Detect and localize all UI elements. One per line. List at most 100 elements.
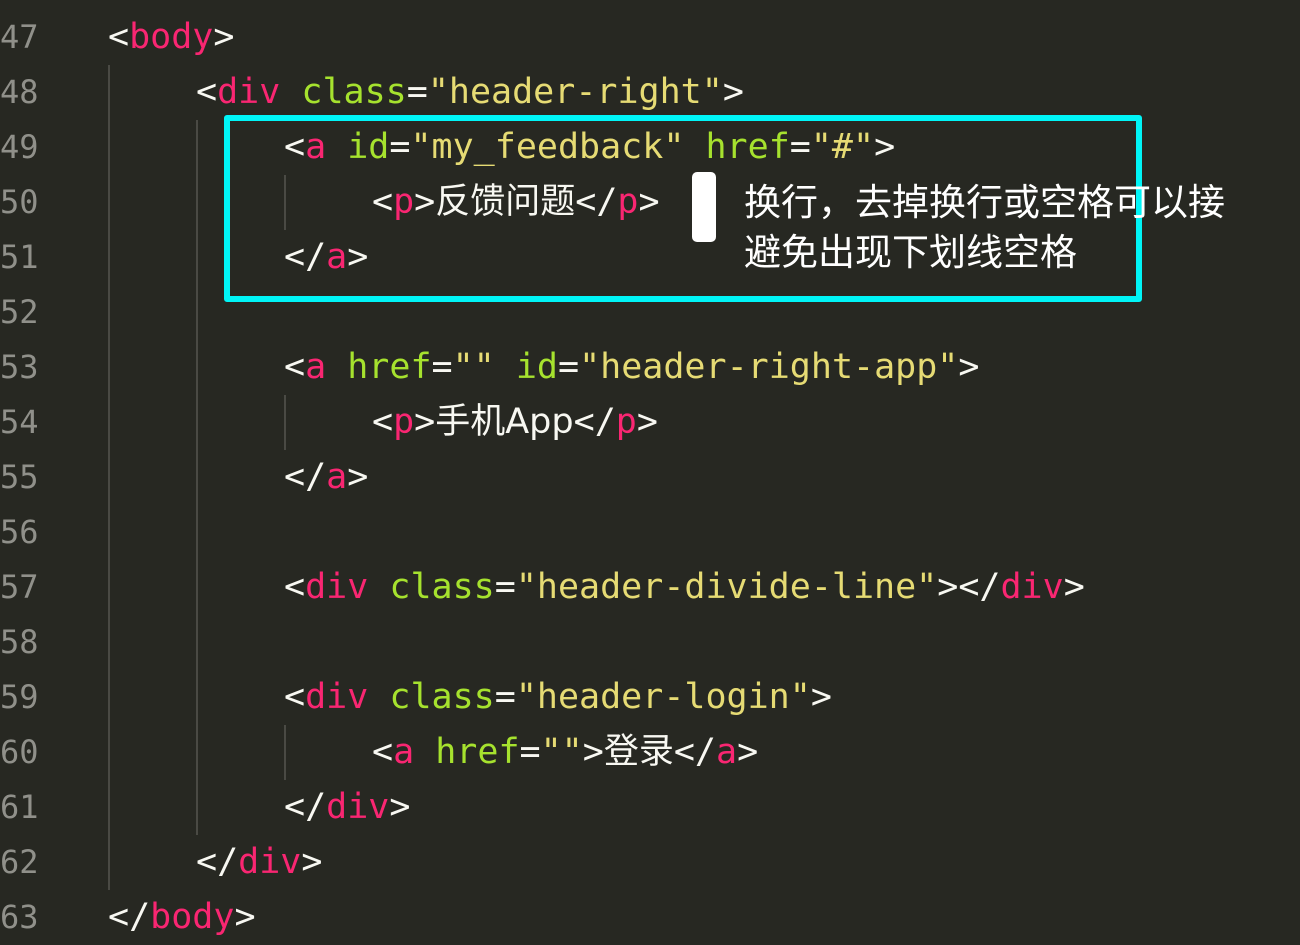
code-token: >: [347, 457, 369, 497]
code-text: <a href="" id="header-right-app">: [284, 340, 979, 395]
line-number: 55: [0, 458, 39, 496]
code-token: div: [1000, 567, 1064, 607]
code-text: <div class="header-divide-line"></div>: [284, 560, 1085, 615]
line-number: 52: [0, 293, 39, 331]
line-number: 50: [0, 183, 39, 221]
code-token: >: [582, 732, 604, 772]
line-number: 58: [0, 623, 39, 661]
code-text: </div>: [284, 780, 410, 835]
code-token: href: [435, 732, 520, 772]
code-token: id: [515, 347, 558, 387]
code-token: div: [305, 567, 369, 607]
code-token: href: [347, 347, 432, 387]
line-number: 47: [0, 18, 39, 56]
code-line[interactable]: 53 <a href="" id="header-right-app">: [0, 340, 1300, 395]
code-token: "header-login": [515, 677, 811, 717]
code-token: ></: [937, 567, 1001, 607]
code-token: class: [301, 72, 407, 112]
line-number: 57: [0, 568, 39, 606]
code-token: "": [452, 347, 495, 387]
code-token: "header-right-app": [579, 347, 959, 387]
line-number: 53: [0, 348, 39, 386]
code-token: <: [284, 677, 306, 717]
code-line[interactable]: 48 <div class="header-right">: [0, 65, 1300, 120]
code-token: >: [301, 842, 323, 882]
code-text: <p>手机App</p>: [372, 395, 658, 450]
code-token: body: [150, 897, 235, 937]
code-line[interactable]: 47 <body>: [0, 10, 1300, 65]
line-number: 63: [0, 898, 39, 936]
code-token: "header-divide-line": [515, 567, 938, 607]
code-token: =: [494, 677, 516, 717]
code-token: >: [810, 677, 832, 717]
code-line[interactable]: 61 </div>: [0, 780, 1300, 835]
code-token: >: [1063, 567, 1085, 607]
code-token: </: [108, 897, 151, 937]
code-token: div: [217, 72, 281, 112]
line-number: 60: [0, 733, 39, 771]
code-token: </: [284, 787, 327, 827]
code-token: =: [431, 347, 453, 387]
code-token: p: [393, 402, 415, 442]
code-token: 登录: [603, 732, 674, 772]
code-token: <: [284, 567, 306, 607]
code-line[interactable]: 60 <a href="">登录</a>: [0, 725, 1300, 780]
code-line[interactable]: 58: [0, 615, 1300, 670]
code-token: 手机App: [435, 402, 574, 442]
code-line[interactable]: 59 <div class="header-login">: [0, 670, 1300, 725]
line-number: 51: [0, 238, 39, 276]
code-token: <: [372, 402, 394, 442]
line-number: 56: [0, 513, 39, 551]
code-token: >: [636, 402, 658, 442]
code-token: =: [558, 347, 580, 387]
annotation-note: 换行，去掉换行或空格可以接 避免出现下划线空格: [744, 178, 1284, 278]
code-token: <: [196, 72, 218, 112]
code-token: a: [716, 732, 738, 772]
code-token: div: [305, 677, 369, 717]
annotation-line-2: 避免出现下划线空格: [744, 231, 1077, 274]
code-token: "": [540, 732, 583, 772]
code-token: </: [673, 732, 717, 772]
code-line[interactable]: 57 <div class="header-divide-line"></div>: [0, 560, 1300, 615]
code-token: div: [238, 842, 302, 882]
code-token: a: [393, 732, 415, 772]
line-number: 49: [0, 128, 39, 166]
code-text: </a>: [284, 450, 368, 505]
code-token: p: [615, 402, 637, 442]
code-token: =: [406, 72, 428, 112]
code-text: </div>: [196, 835, 322, 890]
code-line[interactable]: 55 </a>: [0, 450, 1300, 505]
code-token: div: [326, 787, 390, 827]
code-token: >: [414, 402, 436, 442]
line-number: 48: [0, 73, 39, 111]
line-number: 61: [0, 788, 39, 826]
code-token: "header-right": [427, 72, 723, 112]
code-line[interactable]: 63 </body>: [0, 890, 1300, 945]
code-token: a: [326, 457, 348, 497]
annotation-line-1: 换行，去掉换行或空格可以接: [744, 181, 1225, 224]
code-line[interactable]: 56: [0, 505, 1300, 560]
line-number: 54: [0, 403, 39, 441]
code-token: >: [234, 897, 256, 937]
code-token: class: [389, 567, 495, 607]
code-token: <: [284, 347, 306, 387]
code-token: body: [129, 17, 214, 57]
code-token: >: [737, 732, 759, 772]
code-line[interactable]: 54 <p>手机App</p>: [0, 395, 1300, 450]
code-token: <: [372, 732, 394, 772]
line-number: 59: [0, 678, 39, 716]
code-line[interactable]: 62 </div>: [0, 835, 1300, 890]
code-token: >: [958, 347, 980, 387]
code-token: </: [573, 402, 616, 442]
code-token: </: [284, 457, 327, 497]
line-number: 62: [0, 843, 39, 881]
code-text: <body>: [108, 10, 234, 65]
code-text: <div class="header-login">: [284, 670, 832, 725]
code-token: class: [389, 677, 495, 717]
